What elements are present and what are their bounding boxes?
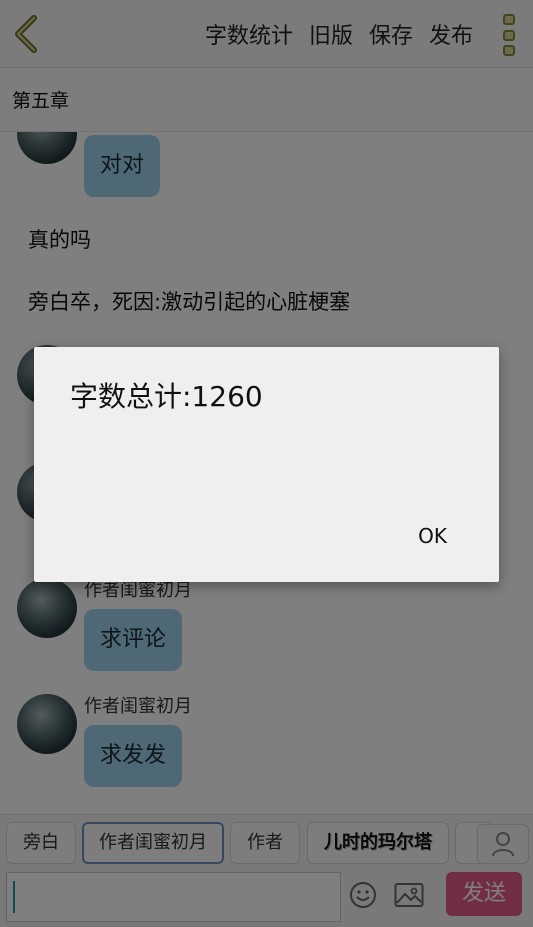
dialog-message: 字数总计:1260 [70,380,263,413]
ok-button[interactable]: OK [418,524,447,548]
word-count-dialog: 字数总计:1260 OK [34,347,499,582]
